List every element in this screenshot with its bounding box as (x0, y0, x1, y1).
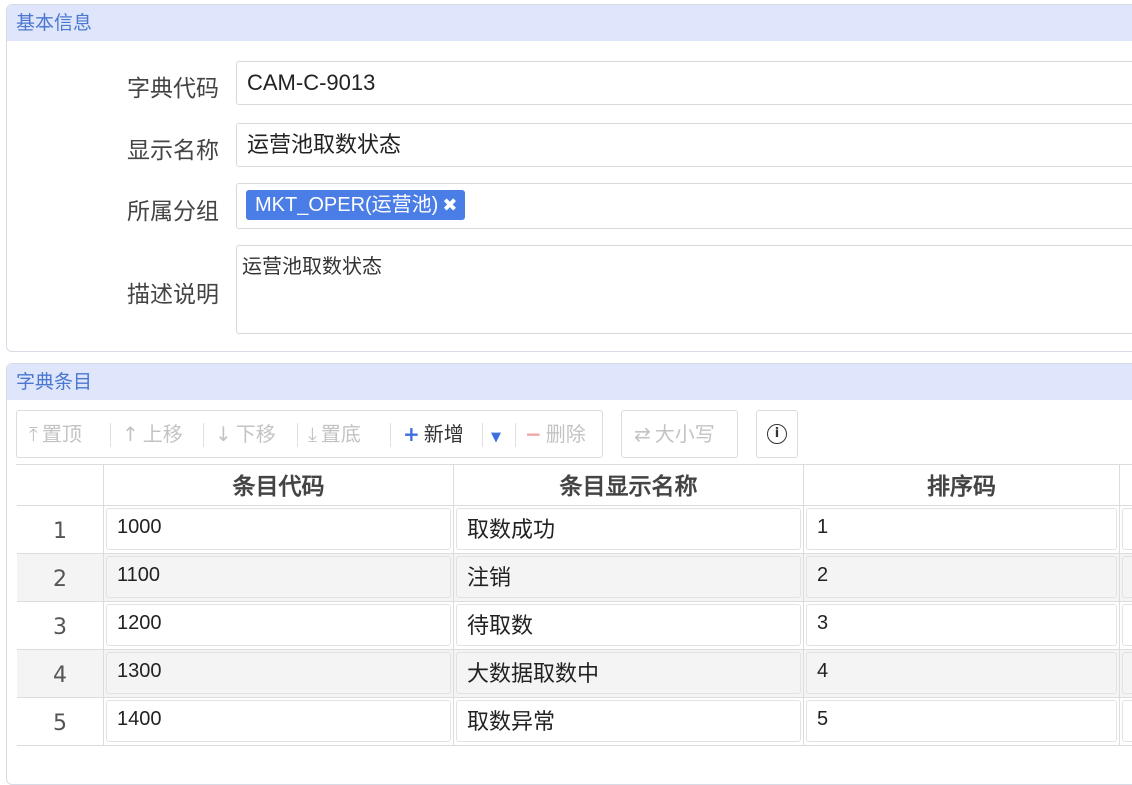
desc-textarea[interactable]: 运营池取数状态 (236, 245, 1132, 334)
row-sort-input[interactable]: 2 (806, 556, 1117, 598)
header-sort: 排序码 (804, 465, 1120, 506)
toolbar-case-group: ⇄ 大小写 (621, 410, 738, 458)
move-down-button[interactable]: ↓ 下移 (215, 411, 276, 457)
row-name-input[interactable]: 待取数 (456, 604, 801, 646)
group-label: 所属分组 (127, 199, 219, 225)
row-extra-input[interactable] (1122, 604, 1132, 646)
table-row: 2 1100 注销 2 (17, 554, 1132, 602)
row-sort-input[interactable]: 3 (806, 604, 1117, 646)
row-index: 1 (17, 506, 104, 554)
row-code-input[interactable]: 1300 (106, 652, 451, 694)
group-tag: MKT_OPER(运营池) ✖ (246, 190, 466, 220)
arrow-to-top-icon: ⤒ (29, 422, 38, 446)
field-row-desc: 描述说明 运营池取数状态 (7, 245, 1132, 335)
row-index: 2 (17, 554, 104, 602)
dict-items-title: 字典条目 (7, 364, 1132, 400)
row-sort-input[interactable]: 1 (806, 508, 1117, 550)
row-index: 5 (17, 698, 104, 746)
name-input[interactable]: 运营池取数状态 (236, 123, 1132, 167)
code-value: CAM-C-9013 (247, 70, 376, 95)
header-index (17, 465, 104, 506)
move-top-button[interactable]: ⤒ 置顶 (29, 411, 82, 457)
info-icon: i (767, 424, 787, 444)
name-value: 运营池取数状态 (247, 133, 402, 158)
row-index: 3 (17, 602, 104, 650)
plus-icon: + (403, 422, 420, 446)
row-code-input[interactable]: 1400 (106, 700, 451, 742)
header-name: 条目显示名称 (454, 465, 804, 506)
move-bottom-button[interactable]: ⤓ 置底 (308, 411, 361, 457)
row-code-input[interactable]: 1000 (106, 508, 451, 550)
name-label: 显示名称 (127, 138, 219, 164)
code-input[interactable]: CAM-C-9013 (236, 61, 1132, 105)
row-name-input[interactable]: 取数异常 (456, 700, 801, 742)
desc-value: 运营池取数状态 (242, 254, 382, 278)
row-sort-input[interactable]: 5 (806, 700, 1117, 742)
table-row: 4 1300 大数据取数中 4 (17, 650, 1132, 698)
table-header: 条目代码 条目显示名称 排序码 (17, 465, 1132, 507)
swap-icon: ⇄ (634, 422, 651, 446)
row-extra-input[interactable] (1122, 556, 1132, 598)
row-extra-input[interactable] (1122, 700, 1132, 742)
row-code-input[interactable]: 1100 (106, 556, 451, 598)
table-row: 5 1400 取数异常 5 (17, 698, 1132, 746)
row-extra-input[interactable] (1122, 508, 1132, 550)
items-table: 条目代码 条目显示名称 排序码 1 1000 取数成功 1 2 1100 注销 … (16, 464, 1132, 746)
field-row-code: 字典代码 CAM-C-9013 (7, 61, 1132, 105)
desc-label: 描述说明 (127, 282, 219, 308)
field-row-group: 所属分组 MKT_OPER(运营池) ✖ (7, 183, 1132, 229)
group-tag-label: MKT_OPER(运营池) (255, 194, 439, 216)
group-select[interactable]: MKT_OPER(运营池) ✖ (236, 183, 1132, 229)
row-extra-input[interactable] (1122, 652, 1132, 694)
add-button[interactable]: + 新增 (403, 411, 464, 457)
code-label: 字典代码 (127, 76, 219, 102)
table-row: 1 1000 取数成功 1 (17, 506, 1132, 554)
row-code-input[interactable]: 1200 (106, 604, 451, 646)
move-up-button[interactable]: ↑ 上移 (122, 411, 183, 457)
header-extra (1120, 465, 1132, 506)
remove-tag-icon[interactable]: ✖ (442, 195, 457, 215)
caret-down-icon: ▼ (491, 430, 501, 445)
row-index: 4 (17, 650, 104, 698)
delete-button[interactable]: − 删除 (525, 411, 586, 457)
field-row-name: 显示名称 运营池取数状态 (7, 123, 1132, 167)
info-button[interactable]: i (756, 410, 798, 458)
row-name-input[interactable]: 取数成功 (456, 508, 801, 550)
minus-icon: − (525, 422, 542, 446)
header-code: 条目代码 (104, 465, 454, 506)
table-row: 3 1200 待取数 3 (17, 602, 1132, 650)
toolbar-main-group: ⤒ 置顶 ↑ 上移 ↓ 下移 ⤓ 置底 + 新增 ▼ − 删除 (16, 410, 603, 458)
arrow-up-icon: ↑ (122, 422, 139, 446)
basic-info-title: 基本信息 (7, 5, 1132, 41)
arrow-down-icon: ↓ (215, 422, 232, 446)
row-name-input[interactable]: 大数据取数中 (456, 652, 801, 694)
add-dropdown-button[interactable]: ▼ (491, 411, 501, 457)
row-sort-input[interactable]: 4 (806, 652, 1117, 694)
row-name-input[interactable]: 注销 (456, 556, 801, 598)
arrow-to-bottom-icon: ⤓ (308, 422, 317, 446)
case-button[interactable]: ⇄ 大小写 (634, 411, 715, 457)
basic-info-panel: 基本信息 字典代码 CAM-C-9013 显示名称 运营池取数状态 所属分组 M… (6, 4, 1132, 352)
